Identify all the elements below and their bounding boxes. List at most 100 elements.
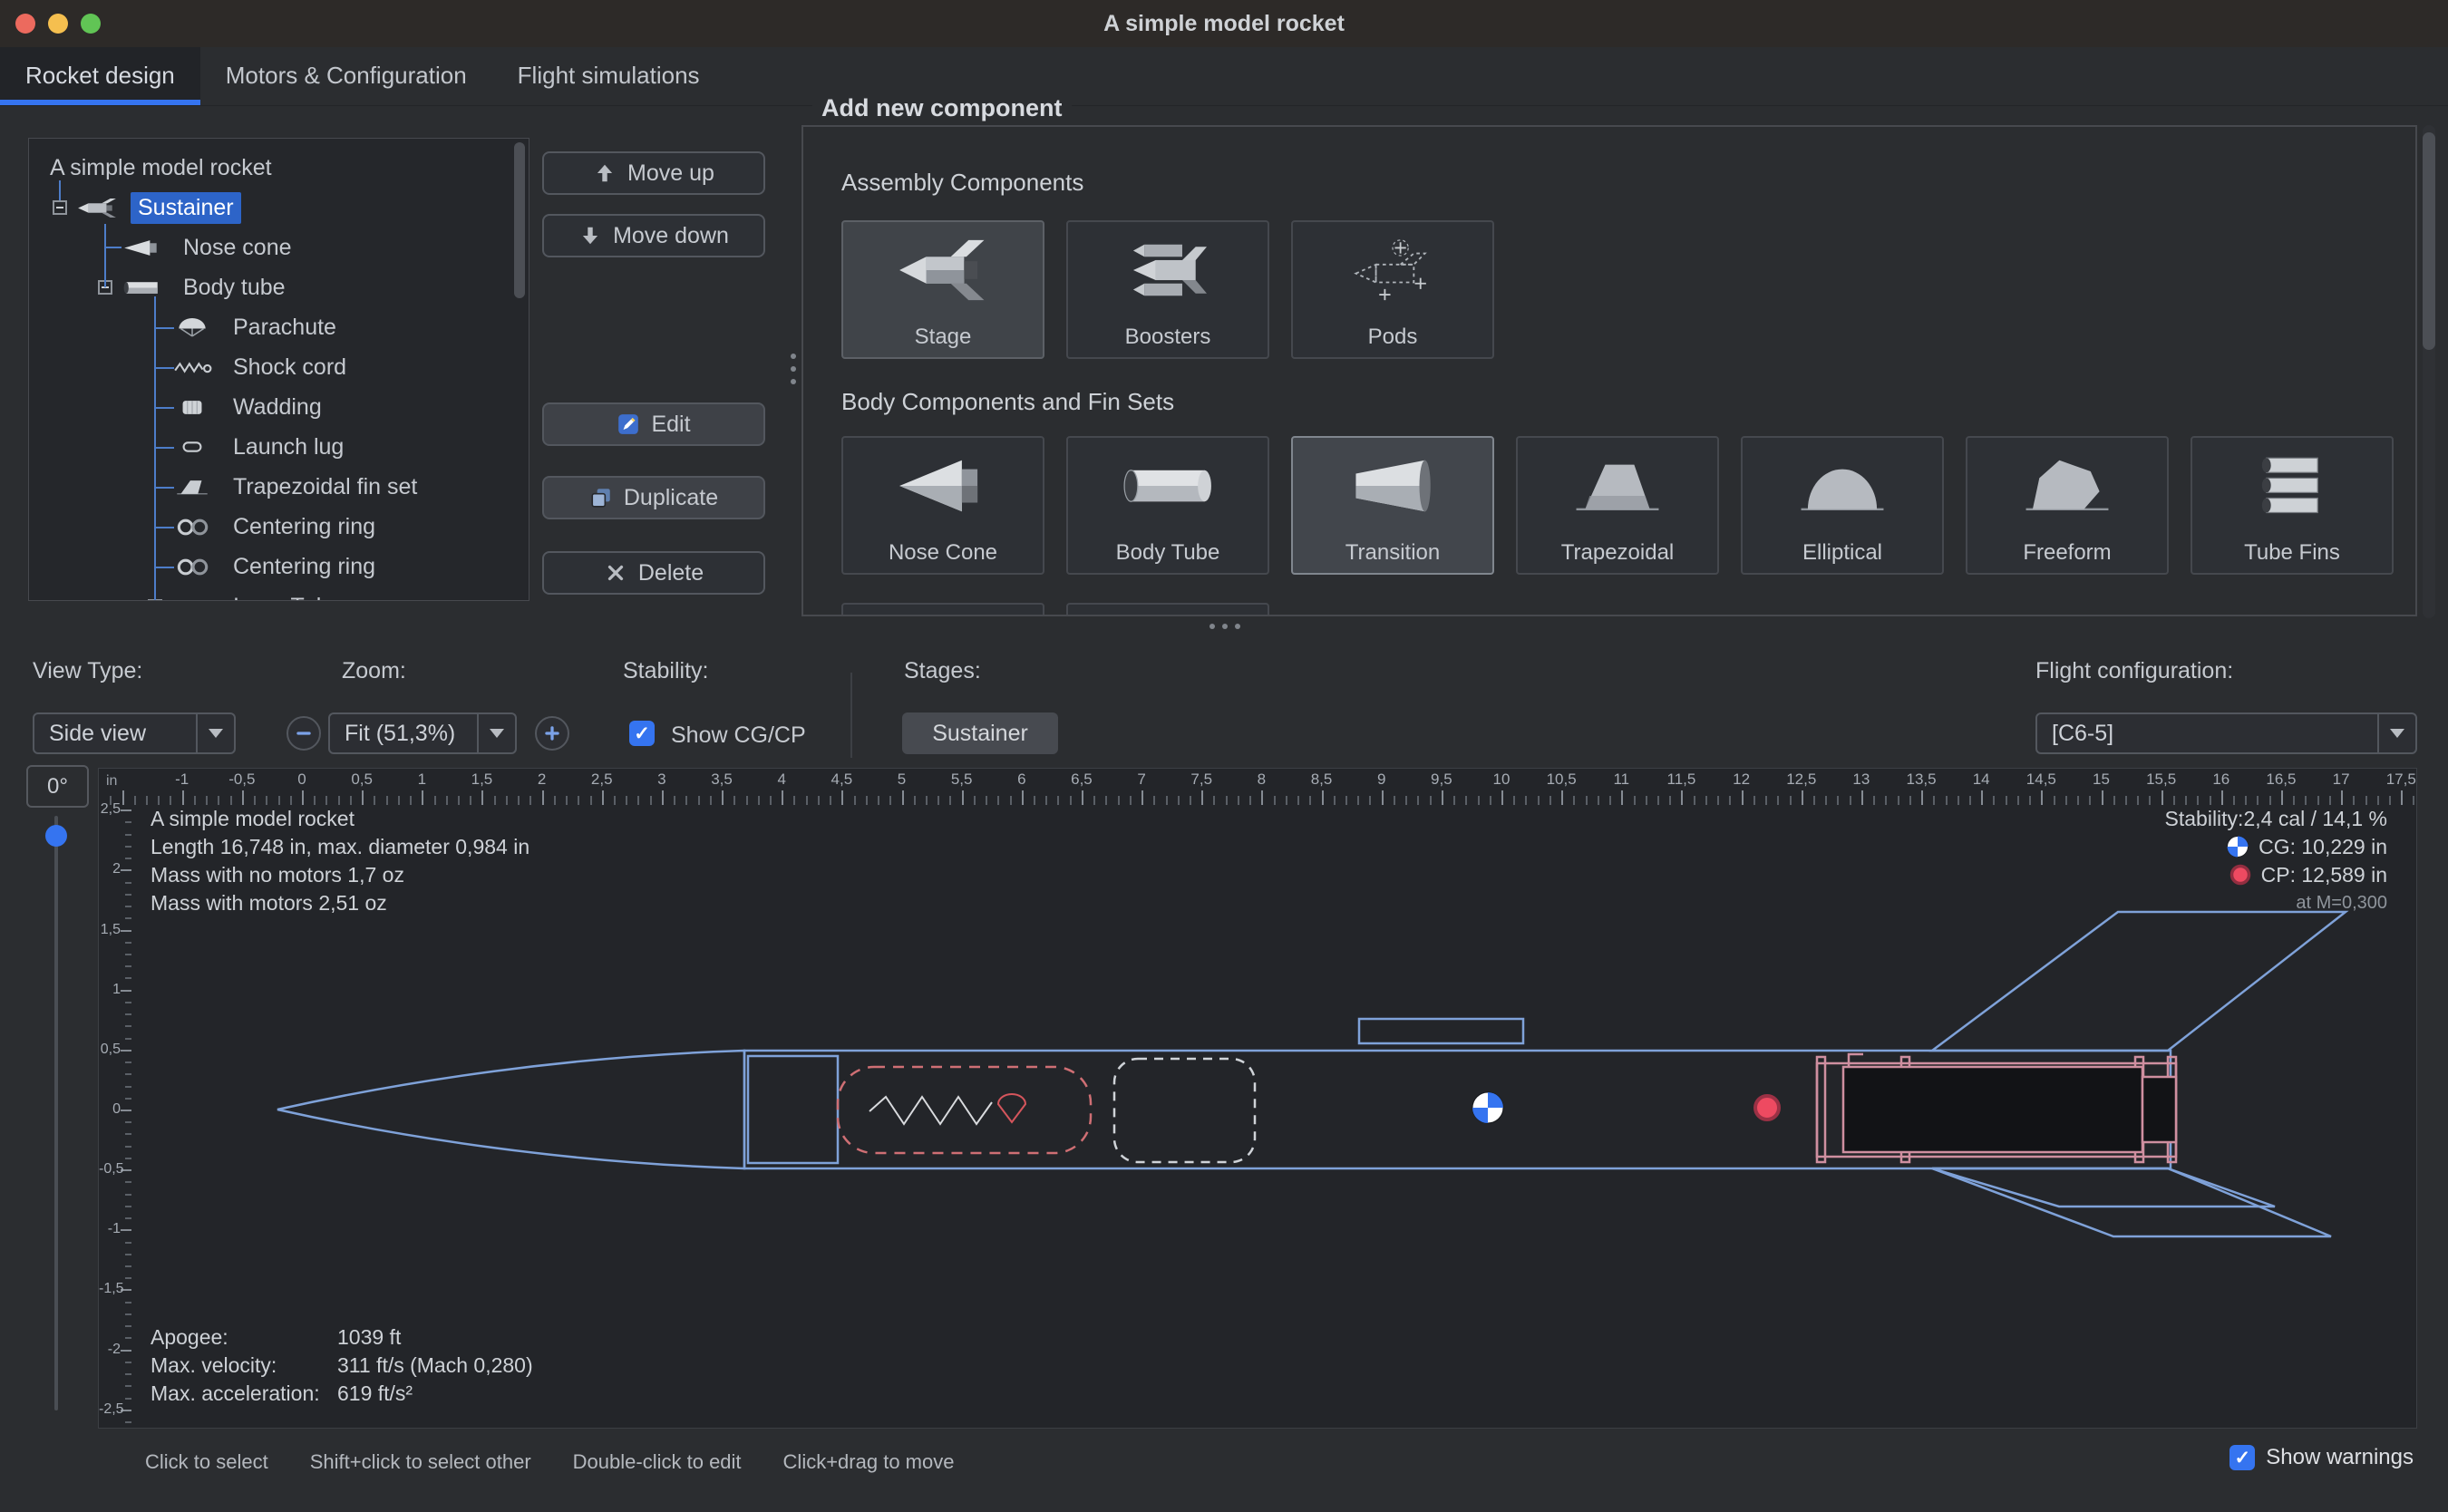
delete-icon: [604, 561, 627, 585]
tree-connector: [59, 180, 61, 200]
section-title-body-components-and-fin-sets: Body Components and Fin Sets: [841, 388, 1174, 416]
edit-button[interactable]: Edit: [542, 402, 765, 446]
window-title: A simple model rocket: [0, 0, 2448, 47]
tree-item-wadding[interactable]: Wadding: [29, 387, 529, 427]
tab-rocket-design[interactable]: Rocket design: [0, 47, 200, 105]
tree-item-a-simple-model-rocket[interactable]: A simple model rocket: [29, 148, 529, 188]
tree-connector: [154, 407, 174, 409]
chevron-down-icon: [2377, 714, 2415, 752]
tree-item-parachute[interactable]: Parachute: [29, 307, 529, 347]
component-card-freeform[interactable]: Freeform: [1966, 436, 2169, 575]
zoom-in-icon: [542, 723, 562, 743]
flight-config-label: Flight configuration:: [2035, 658, 2233, 684]
nose-cone-outline: [277, 1051, 744, 1168]
flight-config-select[interactable]: [C6-5]: [2035, 712, 2417, 754]
zoom-out-button[interactable]: [287, 716, 321, 751]
component-card-nose-cone[interactable]: Nose Cone: [841, 436, 1044, 575]
wadding-icon: [171, 397, 213, 418]
collapse-handle-icon[interactable]: [53, 200, 67, 215]
add-component-title: Add new component: [812, 94, 1072, 122]
delete-button[interactable]: Delete: [542, 551, 765, 595]
component-card-boosters[interactable]: Boosters: [1066, 220, 1269, 359]
scrollbar-thumb[interactable]: [2423, 132, 2435, 350]
tree-item-label: Parachute: [226, 312, 344, 344]
component-card-elliptical[interactable]: Elliptical: [1741, 436, 1944, 575]
cp-icon: [2229, 863, 2252, 887]
zoom-select[interactable]: Fit (51,3%): [328, 712, 517, 754]
tree-item-label: Centering ring: [226, 551, 383, 583]
zoom-in-button[interactable]: [535, 716, 569, 751]
move-down-button[interactable]: Move down: [542, 214, 765, 257]
rocket-mass-empty: Mass with no motors 1,7 oz: [151, 861, 529, 889]
rocket-mass-loaded: Mass with motors 2,51 oz: [151, 889, 529, 917]
tree-item-sustainer[interactable]: Sustainer: [29, 188, 529, 228]
tree-item-centering-ring[interactable]: Centering ring: [29, 547, 529, 586]
tree-connector: [154, 527, 174, 528]
component-card-partial[interactable]: [1066, 603, 1269, 616]
cg-marker: [1472, 1092, 1503, 1123]
tree-connector: [154, 367, 174, 369]
tree-item-label: Sustainer: [131, 192, 241, 224]
mach-value: at M=0,300: [2165, 889, 2387, 917]
show-warnings-checkbox[interactable]: [2229, 1445, 2255, 1470]
vertical-splitter-grip[interactable]: [791, 354, 796, 384]
main-tabbar: Rocket designMotors & ConfigurationFligh…: [0, 47, 2448, 106]
tree-connector: [154, 447, 174, 449]
move-up-button[interactable]: Move up: [542, 151, 765, 195]
rotation-slider-thumb[interactable]: [45, 825, 67, 847]
tree-item-label: Wadding: [226, 392, 329, 423]
tree-item-shock-cord[interactable]: Shock cord: [29, 347, 529, 387]
tube-fins-icon: [2237, 447, 2347, 525]
tree-item-label: Inner Tube: [226, 591, 349, 602]
chevron-down-icon: [477, 714, 515, 752]
centeringring-icon: [171, 557, 213, 577]
view-type-value: Side view: [49, 721, 146, 747]
tree-item-launch-lug[interactable]: Launch lug: [29, 427, 529, 467]
card-label: Freeform: [1967, 540, 2167, 566]
tree-connector: [104, 247, 121, 248]
tab-motors-configuration[interactable]: Motors & Configuration: [200, 47, 492, 105]
parachute-icon: [171, 317, 213, 338]
tree-item-trapezoidal-fin-set[interactable]: Trapezoidal fin set: [29, 467, 529, 507]
tree-item-centering-ring[interactable]: Centering ring: [29, 507, 529, 547]
lower-fin-outline-2: [1932, 1168, 2331, 1236]
pencil-icon: [617, 412, 640, 436]
tree-item-label: A simple model rocket: [43, 152, 279, 184]
chevron-down-icon: [196, 714, 234, 752]
tree-item-inner-tube[interactable]: Inner Tube: [29, 586, 529, 601]
card-label: Boosters: [1068, 325, 1268, 350]
stage-toggle-button[interactable]: Sustainer: [902, 712, 1058, 754]
show-warnings-label: Show warnings: [2266, 1445, 2414, 1470]
nose-cone-icon: [888, 447, 998, 525]
centeringring-icon: [171, 517, 213, 538]
component-card-tube-fins[interactable]: Tube Fins: [2191, 436, 2394, 575]
status-hints: Click to select Shift+click to select ot…: [145, 1450, 954, 1474]
card-label: Elliptical: [1743, 540, 1942, 566]
fin-icon: [171, 477, 213, 498]
horizontal-splitter-grip[interactable]: [1209, 624, 1240, 629]
view-type-select[interactable]: Side view: [33, 712, 236, 754]
view-type-label: View Type:: [33, 658, 142, 684]
component-card-stage[interactable]: Stage: [841, 220, 1044, 359]
section-title-assembly-components: Assembly Components: [841, 169, 1083, 197]
acceleration-value: 619 ft/s²: [337, 1381, 413, 1405]
tab-flight-simulations[interactable]: Flight simulations: [492, 47, 725, 105]
component-card-trapezoidal[interactable]: Trapezoidal: [1516, 436, 1719, 575]
bodytube-icon: [121, 277, 163, 298]
card-label: Tube Fins: [2192, 540, 2392, 566]
duplicate-button[interactable]: Duplicate: [542, 476, 765, 519]
rotation-slider-track[interactable]: [54, 816, 58, 1410]
panel-scrollbar[interactable]: [2423, 125, 2435, 618]
component-card-partial[interactable]: [841, 603, 1044, 616]
card-label: Pods: [1293, 325, 1492, 350]
motor-body: [1843, 1067, 2142, 1152]
tree-scrollbar[interactable]: [514, 142, 525, 298]
component-card-body-tube[interactable]: Body Tube: [1066, 436, 1269, 575]
component-card-transition[interactable]: Transition: [1291, 436, 1494, 575]
show-cgcp-checkbox[interactable]: [629, 721, 655, 746]
component-card-pods[interactable]: Pods: [1291, 220, 1494, 359]
pods-icon: [1337, 231, 1448, 309]
titlebar: A simple model rocket: [0, 0, 2448, 47]
cg-icon: [2226, 835, 2249, 858]
card-label: Nose Cone: [843, 540, 1043, 566]
